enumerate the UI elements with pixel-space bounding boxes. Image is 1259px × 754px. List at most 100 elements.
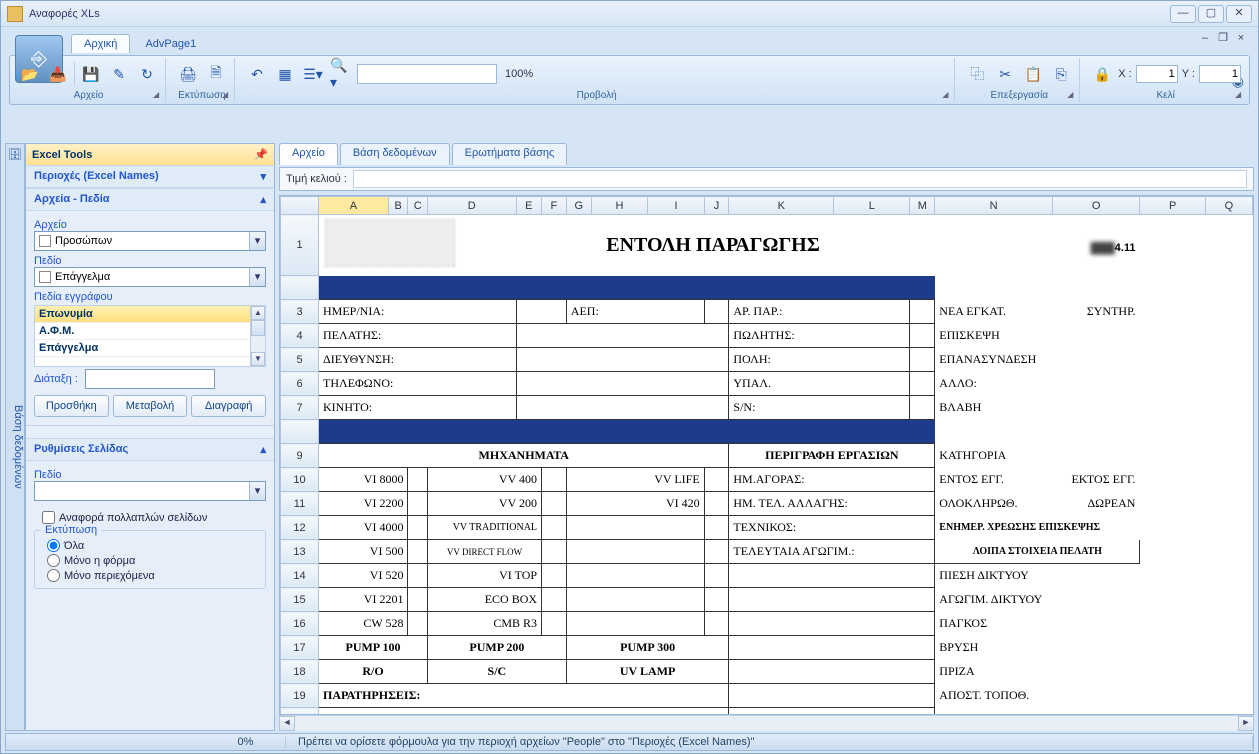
col-header[interactable]: F bbox=[542, 197, 567, 215]
x-input[interactable] bbox=[1136, 65, 1178, 83]
list-icon[interactable]: ☰▾ bbox=[301, 62, 325, 86]
row-header[interactable]: 14 bbox=[281, 564, 319, 588]
row-header[interactable]: 7 bbox=[281, 396, 319, 420]
zoom-slider[interactable] bbox=[357, 64, 497, 84]
col-header[interactable]: K bbox=[729, 197, 834, 215]
row-header[interactable]: 5 bbox=[281, 348, 319, 372]
cut-icon[interactable]: ✂ bbox=[993, 62, 1017, 86]
col-header[interactable]: H bbox=[591, 197, 648, 215]
row-header[interactable]: 4 bbox=[281, 324, 319, 348]
col-header[interactable]: O bbox=[1052, 197, 1140, 215]
minimize-button[interactable]: — bbox=[1170, 5, 1196, 23]
row-header[interactable]: 15 bbox=[281, 588, 319, 612]
row-header[interactable] bbox=[281, 276, 319, 300]
view-dialog-launcher[interactable]: ◢ bbox=[942, 90, 952, 100]
col-header[interactable]: J bbox=[704, 197, 729, 215]
scroll-up-icon[interactable]: ▲ bbox=[251, 306, 265, 320]
paste-special-icon[interactable]: ⎘ bbox=[1049, 62, 1073, 86]
col-header[interactable]: C bbox=[408, 197, 428, 215]
row-header[interactable]: 17 bbox=[281, 636, 319, 660]
row-header[interactable]: 19 bbox=[281, 684, 319, 708]
pin-icon[interactable]: 📌 bbox=[254, 148, 268, 161]
modify-button[interactable]: Μεταβολή bbox=[113, 395, 188, 417]
sheet-tab-database[interactable]: Βάση δεδομένων bbox=[340, 143, 450, 165]
col-header[interactable]: N bbox=[935, 197, 1053, 215]
horizontal-scrollbar[interactable]: ◄ ► bbox=[279, 715, 1254, 731]
mdi-close-button[interactable]: × bbox=[1234, 31, 1248, 45]
col-header[interactable]: D bbox=[427, 197, 516, 215]
borders-icon[interactable]: ▦ bbox=[273, 62, 297, 86]
row-header[interactable]: 16 bbox=[281, 612, 319, 636]
list-scrollbar[interactable]: ▲ ▼ bbox=[250, 306, 265, 366]
print-form-radio[interactable] bbox=[47, 554, 60, 567]
add-button[interactable]: Προσθήκη bbox=[34, 395, 109, 417]
col-header[interactable]: E bbox=[516, 197, 541, 215]
y-input[interactable] bbox=[1199, 65, 1241, 83]
tab-home[interactable]: Αρχική bbox=[71, 34, 130, 53]
col-header[interactable]: A bbox=[319, 197, 389, 215]
lock-icon[interactable]: 🔒 bbox=[1090, 62, 1114, 86]
col-header[interactable]: M bbox=[910, 197, 935, 215]
row-header[interactable]: 20 bbox=[281, 708, 319, 716]
mdi-restore-button[interactable]: ❐ bbox=[1216, 31, 1230, 45]
save-icon[interactable]: 💾 bbox=[79, 62, 103, 86]
print-all-radio[interactable] bbox=[47, 539, 60, 552]
undo-icon[interactable]: ↶ bbox=[245, 62, 269, 86]
chevron-down-icon[interactable]: ▾ bbox=[249, 232, 265, 250]
select-all-corner[interactable] bbox=[281, 197, 319, 215]
scroll-right-icon[interactable]: ► bbox=[1238, 716, 1254, 731]
side-tab-database[interactable]: 🗄 Βάση δεδομένων bbox=[5, 143, 25, 731]
edit-icon[interactable]: ✎ bbox=[107, 62, 131, 86]
refresh-green-icon[interactable]: ↻ bbox=[135, 62, 159, 86]
scroll-left-icon[interactable]: ◄ bbox=[279, 716, 295, 731]
print-preview-icon[interactable]: 🗎 bbox=[204, 62, 228, 86]
row-header[interactable]: 12 bbox=[281, 516, 319, 540]
section-regions[interactable]: Περιοχές (Excel Names)▾ bbox=[26, 165, 274, 188]
row-header[interactable]: 11 bbox=[281, 492, 319, 516]
list-item[interactable]: Επωνυμία bbox=[35, 306, 265, 323]
row-header[interactable]: 13 bbox=[281, 540, 319, 564]
maximize-button[interactable]: ▢ bbox=[1198, 5, 1224, 23]
col-header[interactable]: I bbox=[648, 197, 704, 215]
edit-dialog-launcher[interactable]: ◢ bbox=[1067, 90, 1077, 100]
list-item[interactable]: Α.Φ.Μ. bbox=[35, 323, 265, 340]
tab-advpage1[interactable]: AdvPage1 bbox=[132, 34, 209, 53]
open-icon[interactable]: 📂 bbox=[18, 62, 42, 86]
list-item[interactable]: Επάγγελμα bbox=[35, 340, 265, 357]
row-header[interactable]: 6 bbox=[281, 372, 319, 396]
sheet-tab-file[interactable]: Αρχείο bbox=[279, 143, 338, 165]
row-header[interactable] bbox=[281, 420, 319, 444]
close-button[interactable]: ✕ bbox=[1226, 5, 1252, 23]
col-header[interactable]: G bbox=[566, 197, 591, 215]
chevron-down-icon[interactable]: ▾ bbox=[249, 482, 265, 500]
print-dialog-launcher[interactable]: ◢ bbox=[222, 90, 232, 100]
col-header[interactable]: B bbox=[388, 197, 408, 215]
section-files-fields[interactable]: Αρχεία - Πεδία▴ bbox=[26, 188, 274, 211]
zoom-tool-icon[interactable]: 🔍▾ bbox=[329, 62, 353, 86]
row-header[interactable]: 18 bbox=[281, 660, 319, 684]
row-header[interactable]: 9 bbox=[281, 444, 319, 468]
print-icon[interactable]: 🖨 bbox=[176, 62, 200, 86]
file-combo[interactable]: Προσώπων ▾ bbox=[34, 231, 266, 251]
file-dialog-launcher[interactable]: ◢ bbox=[153, 90, 163, 100]
mdi-minimize-button[interactable]: – bbox=[1198, 31, 1212, 45]
chevron-down-icon[interactable]: ▾ bbox=[249, 268, 265, 286]
cell-dialog-launcher[interactable]: ◢ bbox=[1235, 90, 1245, 100]
row-header[interactable]: 3 bbox=[281, 300, 319, 324]
copy-icon[interactable]: ⿻ bbox=[965, 62, 989, 86]
delete-button[interactable]: Διαγραφή bbox=[191, 395, 266, 417]
formula-input[interactable] bbox=[353, 170, 1247, 188]
layout-input[interactable] bbox=[85, 369, 215, 389]
paste-icon[interactable]: 📋 bbox=[1021, 62, 1045, 86]
doc-fields-list[interactable]: Επωνυμία Α.Φ.Μ. Επάγγελμα ▲ ▼ bbox=[34, 305, 266, 367]
multipage-checkbox[interactable] bbox=[42, 511, 55, 524]
page-field-combo[interactable]: ▾ bbox=[34, 481, 266, 501]
print-content-radio[interactable] bbox=[47, 569, 60, 582]
scroll-down-icon[interactable]: ▼ bbox=[251, 352, 265, 366]
col-header[interactable]: Q bbox=[1205, 197, 1252, 215]
col-header[interactable]: L bbox=[834, 197, 910, 215]
col-header[interactable]: P bbox=[1140, 197, 1205, 215]
field-combo[interactable]: Επάγγελμα ▾ bbox=[34, 267, 266, 287]
section-page-settings[interactable]: Ρυθμίσεις Σελίδας▴ bbox=[26, 438, 274, 461]
row-header[interactable]: 1 bbox=[281, 215, 319, 276]
